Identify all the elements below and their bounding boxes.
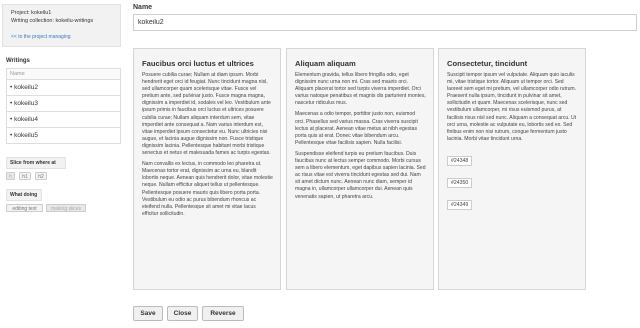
name-label: Name xyxy=(133,4,153,11)
slice-title: Slice from where at xyxy=(6,157,66,169)
writing-item-label: kokeilu5 xyxy=(14,132,38,139)
writings-table: Name • kokeilu2 • kokeilu3 • kokeilu4 • … xyxy=(6,68,121,144)
making-slices-button[interactable]: making slices xyxy=(46,204,86,212)
card-heading: Faucibus orci luctus et ultrices xyxy=(142,59,254,68)
project-info-box: Project: kokeilu1 Writing collection: ko… xyxy=(2,4,121,47)
writing-item-label: kokeilu4 xyxy=(14,116,38,123)
card-heading: Consectetur, tincidunt xyxy=(447,59,528,68)
card-paragraph: Posuere cubilia curae; Nullam at diam ip… xyxy=(142,72,271,157)
card-paragraph: Suscipit tempor ipsum vel vulputate. Ali… xyxy=(447,72,577,142)
card-paragraph: Suspendisse eleifend turpis eu pretium f… xyxy=(295,150,426,200)
writing-item[interactable]: • kokeilu5 xyxy=(7,128,120,143)
slice-h2-button[interactable]: h2 xyxy=(35,172,47,180)
writings-column-header: Name xyxy=(7,69,120,80)
writing-item[interactable]: • kokeilu4 xyxy=(7,112,120,128)
tag-list: #24348 #24350 #24349 xyxy=(447,149,578,213)
slice-card[interactable]: Faucibus orci luctus et ultrices Posuere… xyxy=(133,48,281,290)
close-button[interactable]: Close xyxy=(167,306,198,321)
project-label: Project: kokeilu1 xyxy=(11,10,52,16)
slice-card[interactable]: Aliquam aliquam Elementum gravida, tellu… xyxy=(286,48,434,290)
what-doing-title: What doing xyxy=(6,189,42,201)
writing-item[interactable]: • kokeilu2 xyxy=(7,80,120,96)
save-button[interactable]: Save xyxy=(133,306,163,321)
name-input[interactable] xyxy=(133,14,637,31)
tag-badge[interactable]: #24348 xyxy=(447,155,473,166)
back-to-project-link[interactable]: << to the project managing xyxy=(11,34,112,42)
card-paragraph: Elementum gravida, tellus libero fringil… xyxy=(295,72,426,107)
writing-item-label: kokeilu3 xyxy=(14,100,38,107)
editing-text-button[interactable]: editing text xyxy=(6,204,43,212)
writing-item[interactable]: • kokeilu3 xyxy=(7,96,120,112)
tag-badge[interactable]: #24349 xyxy=(447,199,473,210)
writing-item-label: kokeilu2 xyxy=(14,84,38,91)
writings-title: Writings xyxy=(6,58,30,64)
collection-label: Writing collection: kokeilu-writings xyxy=(11,17,94,24)
slice-h-button[interactable]: h xyxy=(6,172,15,180)
sidebar: Project: kokeilu1 Writing collection: ko… xyxy=(0,0,122,328)
slice-h1-button[interactable]: h1 xyxy=(19,172,31,180)
card-heading: Aliquam aliquam xyxy=(295,59,356,68)
card-paragraph: Nam convallis ex lectus, in commodo leo … xyxy=(142,161,273,217)
slice-card[interactable]: Consectetur, tincidunt Suscipit tempor i… xyxy=(438,48,586,290)
tag-badge[interactable]: #24350 xyxy=(447,177,473,188)
card-paragraph: Maecenas a odio tempor, porttitor justo … xyxy=(295,111,418,146)
reverse-button[interactable]: Reverse xyxy=(202,306,244,321)
